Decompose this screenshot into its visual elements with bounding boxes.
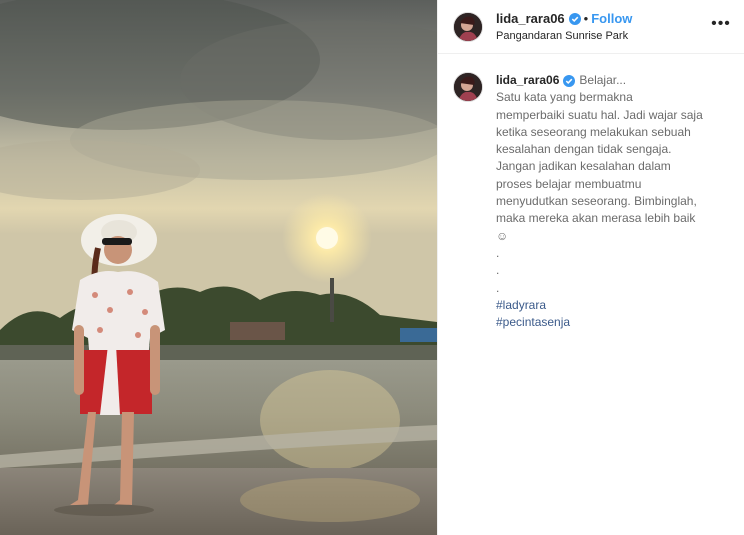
caption-line: memperbaiki suatu hal. Jadi wajar saja [496, 107, 703, 122]
caption-line: . [496, 280, 500, 295]
comment-username-link[interactable]: lida_rara06 [496, 72, 559, 89]
verified-badge-icon [563, 74, 576, 87]
caption-line: proses belajar membuatmu [496, 176, 642, 191]
caption-comment: lida_rara06 Belajar... Satu kata yang be… [438, 54, 744, 331]
caption-line: menyudutkan seseorang. Bimbinglah, [496, 194, 697, 209]
caption-text: lida_rara06 Belajar... Satu kata yang be… [496, 72, 726, 331]
smiley-emoji: ☺ [496, 228, 509, 243]
header-top-row: lida_rara06 • Follow [496, 11, 632, 27]
caption-line: . [496, 263, 500, 278]
caption-header: lida_rara06 Belajar... [496, 72, 726, 89]
avatar-image [454, 73, 482, 101]
hashtag-link[interactable]: #ladyrara [496, 297, 726, 314]
header-info: lida_rara06 • Follow Pangandaran Sunrise… [496, 11, 632, 43]
post-sidebar: lida_rara06 • Follow Pangandaran Sunrise… [437, 0, 744, 535]
hashtag-link[interactable]: #pecintasenja [496, 314, 726, 331]
comment-avatar[interactable] [453, 72, 483, 102]
avatar-image [454, 12, 482, 41]
separator-dot: • [583, 10, 589, 26]
caption-first-word: Belajar... [579, 73, 627, 87]
verified-badge-icon [568, 12, 581, 25]
beach-sunset-image [0, 0, 437, 535]
caption-line: kesalahan dengan tidak sengaja. [496, 142, 672, 157]
follow-button[interactable]: Follow [591, 11, 632, 27]
caption-line: . [496, 245, 500, 260]
location-link[interactable]: Pangandaran Sunrise Park [496, 29, 632, 43]
caption-line: Jangan jadikan kesalahan dalam [496, 159, 671, 174]
caption-line: Satu kata yang bermakna [496, 90, 633, 105]
post-photo[interactable] [0, 0, 437, 535]
caption-line: ketika seseorang melakukan sebuah [496, 124, 691, 139]
instagram-post: lida_rara06 • Follow Pangandaran Sunrise… [0, 0, 744, 535]
avatar[interactable] [453, 11, 483, 42]
post-header: lida_rara06 • Follow Pangandaran Sunrise… [438, 0, 744, 54]
caption-line: maka mereka akan merasa lebih baik [496, 211, 696, 226]
caption-body: Satu kata yang bermakna memperbaiki suat… [496, 89, 726, 331]
more-options-icon[interactable]: ••• [711, 15, 730, 33]
username-link[interactable]: lida_rara06 [496, 11, 565, 27]
